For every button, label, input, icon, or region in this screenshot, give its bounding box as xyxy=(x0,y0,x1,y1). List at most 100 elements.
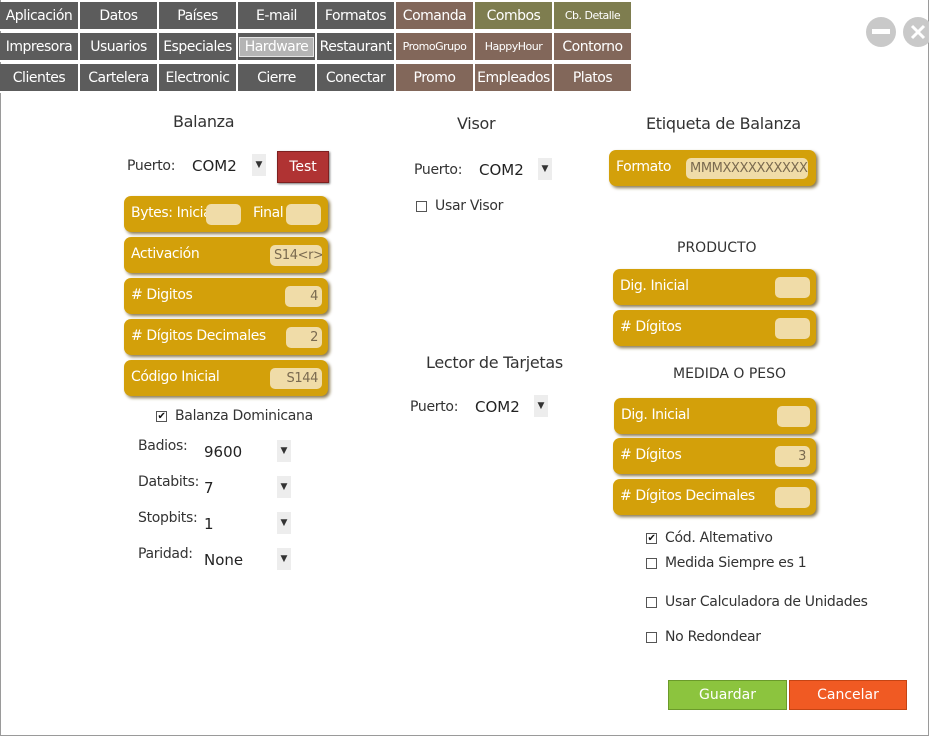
activacion-label: Activación xyxy=(131,246,200,262)
lector-puerto-select[interactable]: COM2 xyxy=(475,398,520,416)
balanza-puerto-select[interactable]: COM2 xyxy=(192,157,237,175)
tab-conectar[interactable]: Conectar xyxy=(317,64,396,93)
tab-label: Promo xyxy=(413,69,456,86)
checkbox-unchecked-icon xyxy=(416,200,427,212)
decimales-input[interactable]: 2 xyxy=(286,327,322,348)
tab-promo[interactable]: Promo xyxy=(396,64,475,93)
med-digitos-row: # Dígitos 3 xyxy=(613,438,816,474)
digitos-row: # Digitos 4 xyxy=(124,278,328,314)
badios-label: Badios: xyxy=(138,438,188,454)
tab-label: Cierre xyxy=(257,69,296,86)
lector-puerto-label: Puerto: xyxy=(410,399,459,415)
paridad-dropdown-icon[interactable]: ▼ xyxy=(277,548,291,570)
visor-puerto-select[interactable]: COM2 xyxy=(479,161,524,179)
close-icon[interactable] xyxy=(903,17,929,47)
tab-label: Empleados xyxy=(477,69,550,86)
activacion-row: Activación S14<r> xyxy=(124,237,328,273)
usar-visor-label: Usar Visor xyxy=(435,198,504,214)
med-dig-inicial-input[interactable] xyxy=(777,406,810,427)
no-redondear-label: No Redondear xyxy=(665,629,761,645)
guardar-button[interactable]: Guardar xyxy=(668,680,787,710)
prod-digitos-label: # Dígitos xyxy=(620,319,682,335)
cancelar-button[interactable]: Cancelar xyxy=(789,680,907,710)
no-redondear-checkbox[interactable]: No Redondear xyxy=(646,629,761,645)
visor-puerto-label: Puerto: xyxy=(414,162,463,178)
tab-label: Cb. Detalle xyxy=(564,9,621,22)
tab-label: Usuarios xyxy=(90,38,147,55)
prod-dig-inicial-label: Dig. Inicial xyxy=(620,278,689,294)
visor-title: Visor xyxy=(457,114,496,133)
test-button[interactable]: Test xyxy=(277,151,329,183)
codigo-inicial-input[interactable]: S144 xyxy=(270,368,322,389)
formato-row: Formato MMMXXXXXXXXXXX xyxy=(609,150,816,186)
digitos-label: # Digitos xyxy=(131,287,193,303)
tab-usuarios[interactable]: Usuarios xyxy=(80,33,159,62)
prod-digitos-input[interactable] xyxy=(775,318,810,339)
med-decimales-input[interactable] xyxy=(775,487,810,508)
activacion-input[interactable]: S14<r> xyxy=(270,245,322,266)
usar-visor-checkbox[interactable]: Usar Visor xyxy=(416,198,503,214)
tab-cartelera[interactable]: Cartelera xyxy=(80,64,159,93)
tab-label: Combos xyxy=(486,7,541,24)
tab-e-mail[interactable]: E-mail xyxy=(238,2,317,31)
tab-label: Aplicación xyxy=(5,7,73,24)
tab-label: Formatos xyxy=(324,7,387,24)
tab-label: Contorno xyxy=(562,38,623,55)
tab-platos[interactable]: Platos xyxy=(554,64,633,93)
tab-comanda[interactable]: Comanda xyxy=(396,2,475,31)
digitos-input[interactable]: 4 xyxy=(285,286,322,307)
tab-especiales[interactable]: Especiales xyxy=(159,33,238,62)
tab-cb-detalle[interactable]: Cb. Detalle xyxy=(554,2,633,31)
med-dig-inicial-row: Dig. Inicial xyxy=(614,398,816,434)
cod-alternativo-checkbox[interactable]: ✔ Cód. Altemativo xyxy=(646,530,773,546)
tab-pa-ses[interactable]: Países xyxy=(159,2,238,31)
tab-electronic[interactable]: Electronic xyxy=(159,64,238,93)
checkbox-checked-icon: ✔ xyxy=(156,410,167,422)
databits-select[interactable]: 7 xyxy=(204,479,214,497)
tab-clientes[interactable]: Clientes xyxy=(0,64,80,93)
tab-empleados[interactable]: Empleados xyxy=(475,64,554,93)
minimize-icon[interactable] xyxy=(866,17,896,47)
badios-select[interactable]: 9600 xyxy=(204,443,242,461)
databits-dropdown-icon[interactable]: ▼ xyxy=(277,476,291,498)
medida-siempre-checkbox[interactable]: Medida Siempre es 1 xyxy=(646,555,807,571)
tab-label: Cartelera xyxy=(88,69,149,86)
checkbox-unchecked-icon xyxy=(646,631,657,643)
stopbits-dropdown-icon[interactable]: ▼ xyxy=(277,512,291,534)
tab-label: PromoGrupo xyxy=(402,40,467,53)
balanza-puerto-dropdown-icon[interactable]: ▼ xyxy=(252,154,266,176)
medida-siempre-label: Medida Siempre es 1 xyxy=(665,555,807,571)
lector-puerto-dropdown-icon[interactable]: ▼ xyxy=(534,395,548,417)
balanza-puerto-label: Puerto: xyxy=(127,158,176,174)
bytes-final-label: Final xyxy=(253,205,284,221)
prod-dig-inicial-row: Dig. Inicial xyxy=(613,269,816,305)
bytes-final-input[interactable] xyxy=(286,204,321,225)
tab-label: Hardware xyxy=(238,36,315,57)
tab-formatos[interactable]: Formatos xyxy=(317,2,396,31)
tab-label: Países xyxy=(177,7,218,24)
tab-label: Especiales xyxy=(163,38,232,55)
bytes-inicial-input[interactable] xyxy=(206,204,241,225)
paridad-select[interactable]: None xyxy=(204,551,243,569)
tab-combos[interactable]: Combos xyxy=(475,2,554,31)
paridad-label: Paridad: xyxy=(138,546,193,562)
calculadora-checkbox[interactable]: Usar Calculadora de Unidades xyxy=(646,594,868,610)
balanza-dominicana-checkbox[interactable]: ✔ Balanza Dominicana xyxy=(156,408,313,424)
tab-happyhour[interactable]: HappyHour xyxy=(475,33,554,62)
tab-datos[interactable]: Datos xyxy=(80,2,159,31)
visor-puerto-dropdown-icon[interactable]: ▼ xyxy=(538,158,552,180)
tab-restaurant[interactable]: Restaurant xyxy=(317,33,396,62)
tab-hardware[interactable]: Hardware xyxy=(238,33,317,62)
med-digitos-input[interactable]: 3 xyxy=(775,446,810,467)
prod-dig-inicial-input[interactable] xyxy=(775,277,810,298)
tab-promogrupo[interactable]: PromoGrupo xyxy=(396,33,475,62)
tab-cierre[interactable]: Cierre xyxy=(238,64,317,93)
formato-label: Formato xyxy=(616,159,672,175)
stopbits-select[interactable]: 1 xyxy=(204,515,214,533)
tab-contorno[interactable]: Contorno xyxy=(554,33,633,62)
tab-impresora[interactable]: Impresora xyxy=(0,33,80,62)
badios-dropdown-icon[interactable]: ▼ xyxy=(277,440,291,462)
med-dig-inicial-label: Dig. Inicial xyxy=(621,407,690,423)
formato-input[interactable]: MMMXXXXXXXXXXX xyxy=(686,158,808,179)
tab-aplicaci-n[interactable]: Aplicación xyxy=(0,2,80,31)
